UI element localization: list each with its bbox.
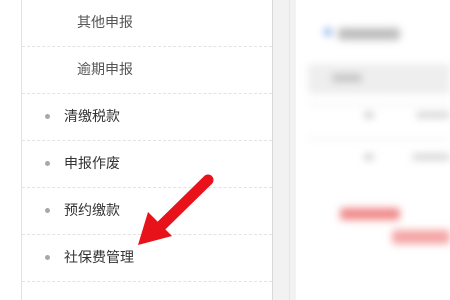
bullet-dot-icon [45, 255, 50, 260]
bullet-dot-icon [45, 114, 50, 119]
sidebar-item-social-security-management[interactable]: 社保费管理 [22, 235, 272, 282]
sidebar-item-overdue-declaration[interactable]: 逾期申报 [22, 47, 272, 94]
sidebar-item-tax-settlement[interactable]: 清缴税款 [22, 94, 272, 141]
sidebar-menu: 其他申报 逾期申报 清缴税款 申报作废 预约缴款 社保费管理 [0, 0, 273, 300]
sidebar-item-label: 预约缴款 [64, 203, 120, 219]
sidebar-item-declaration-void[interactable]: 申报作废 [22, 141, 272, 188]
sidebar-item-scheduled-payment[interactable]: 预约缴款 [22, 188, 272, 235]
bullet-dot-icon [45, 208, 50, 213]
blurred-content [296, 0, 450, 300]
sidebar-item-label: 申报作废 [64, 156, 120, 172]
sidebar-item-label: 逾期申报 [77, 62, 133, 78]
sidebar-item-label: 社保费管理 [64, 250, 134, 266]
bullet-dot-icon [45, 161, 50, 166]
layout-gutter [273, 0, 295, 300]
sidebar-item-other-declaration[interactable]: 其他申报 [22, 0, 272, 47]
sidebar-item-label: 清缴税款 [64, 109, 120, 125]
sidebar-item-label: 其他申报 [77, 15, 133, 31]
divider [289, 0, 290, 300]
app-page: 其他申报 逾期申报 清缴税款 申报作废 预约缴款 社保费管理 [0, 0, 450, 300]
blurred-content-panel [296, 0, 450, 300]
